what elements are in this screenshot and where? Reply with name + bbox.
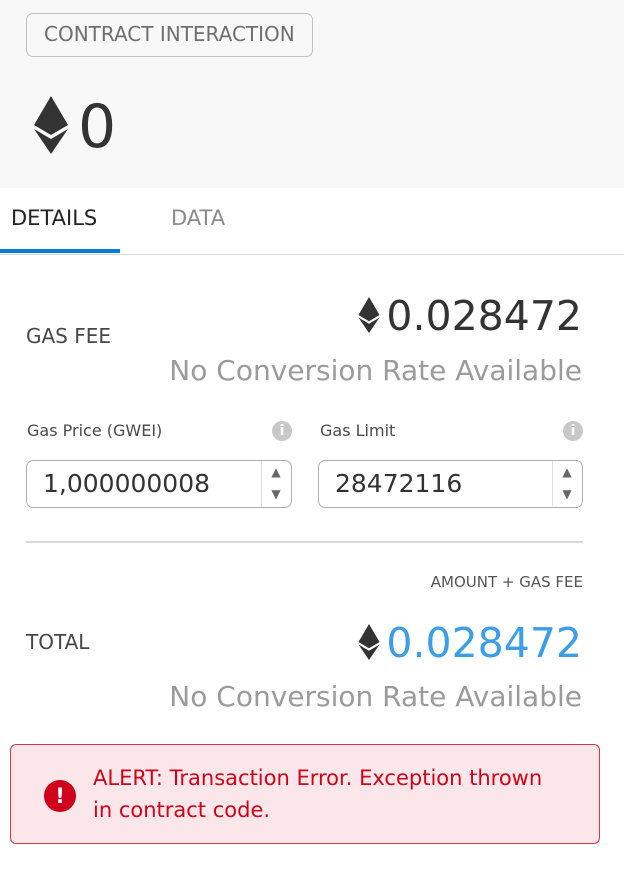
eth-icon — [358, 623, 380, 664]
gas-price-stepper: ▲ ▼ — [261, 461, 291, 506]
gas-limit-stepper: ▲ ▼ — [552, 461, 582, 506]
total-value: 0.028472 — [386, 619, 582, 667]
gas-limit-input[interactable] — [319, 461, 551, 506]
info-icon[interactable]: i — [563, 421, 583, 441]
alert-message: ALERT: Transaction Error. Exception thro… — [93, 766, 543, 822]
gas-price-input[interactable] — [27, 461, 259, 506]
section-divider — [26, 541, 583, 543]
active-tab-indicator — [0, 249, 120, 253]
transaction-header: CONTRACT INTERACTION 0 — [0, 0, 624, 188]
amount-display: 0 — [34, 92, 116, 162]
total-label: TOTAL — [26, 630, 90, 654]
gas-fee-label: GAS FEE — [26, 324, 112, 348]
gas-fee-conversion: No Conversion Rate Available — [169, 354, 582, 387]
total-conversion: No Conversion Rate Available — [169, 680, 582, 713]
gas-price-field: ▲ ▼ — [26, 460, 292, 508]
contract-interaction-badge: CONTRACT INTERACTION — [26, 13, 313, 57]
gas-limit-label: Gas Limit — [320, 421, 396, 440]
amount-gas-fee-hint: AMOUNT + GAS FEE — [430, 573, 583, 591]
gas-fee-amount: 0.028472 — [358, 296, 582, 337]
amount-value: 0 — [78, 92, 117, 162]
info-icon[interactable]: i — [272, 421, 292, 441]
chevron-down-icon[interactable]: ▼ — [553, 483, 581, 505]
chevron-up-icon[interactable]: ▲ — [553, 461, 581, 483]
tab-details[interactable]: DETAILS — [11, 206, 97, 230]
chevron-up-icon[interactable]: ▲ — [262, 461, 290, 483]
eth-icon — [34, 96, 68, 158]
alert-icon: ! — [44, 780, 76, 812]
gas-fee-value: 0.028472 — [386, 292, 582, 340]
error-alert: ! ALERT: Transaction Error. Exception th… — [10, 744, 600, 844]
tab-bar: DETAILS DATA — [0, 188, 624, 255]
tab-data[interactable]: DATA — [171, 206, 225, 230]
total-amount: 0.028472 — [358, 623, 582, 664]
chevron-down-icon[interactable]: ▼ — [262, 483, 290, 505]
gas-limit-field: ▲ ▼ — [318, 460, 583, 508]
eth-icon — [358, 296, 380, 337]
gas-price-label: Gas Price (GWEI) — [27, 421, 163, 440]
